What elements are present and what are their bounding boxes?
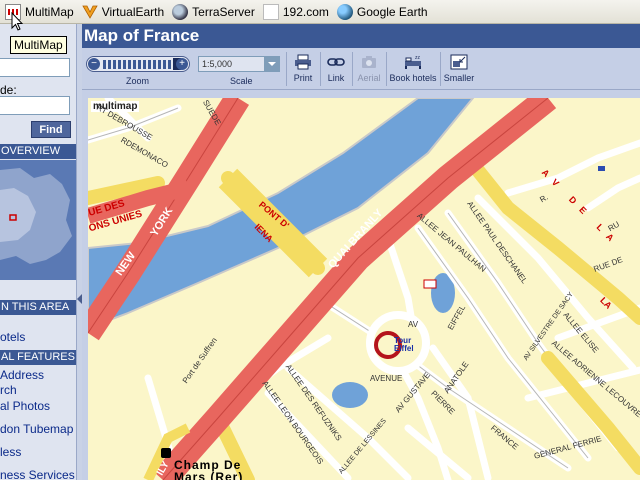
- smaller-label: Smaller: [443, 73, 475, 83]
- feature-link[interactable]: Address: [0, 368, 44, 382]
- 192com-icon: [262, 3, 279, 20]
- book-hotels-button[interactable]: zz Book hotels: [388, 52, 438, 88]
- bed-icon: zz: [405, 55, 421, 69]
- aerial-label: Aerial: [357, 73, 381, 83]
- link-label: Link: [327, 73, 345, 83]
- bookmark-virtualearth[interactable]: VirtualEarth: [79, 2, 169, 22]
- map-graphic: [88, 98, 640, 480]
- bookmark-terraserver[interactable]: TerraServer: [169, 2, 260, 22]
- page-title: Map of France: [84, 26, 200, 45]
- bookmark-label: TerraServer: [192, 4, 255, 19]
- map-title-bar: Map of France: [82, 24, 640, 48]
- find-button[interactable]: Find: [31, 121, 71, 138]
- mouse-cursor-icon: [11, 12, 23, 31]
- printer-icon: [295, 54, 311, 70]
- aerial-button[interactable]: Aerial: [355, 52, 383, 88]
- feature-link[interactable]: less: [0, 445, 21, 459]
- bookmarks-toolbar: MultiMap VirtualEarth TerraServer 192.co…: [0, 0, 640, 24]
- virtualearth-icon: [81, 4, 98, 20]
- map-toolbar: − + Zoom 1:5,000 Scale Print Link Aerial…: [82, 48, 640, 90]
- map-label-avenue: AVENUE: [370, 374, 403, 383]
- print-label: Print: [293, 73, 313, 83]
- svg-text:zz: zz: [415, 55, 421, 61]
- area-header: N THIS AREA: [0, 300, 76, 315]
- scale-value: 1:5,000: [202, 59, 233, 69]
- bookmark-google-earth[interactable]: Google Earth: [334, 2, 433, 22]
- zoom-in-icon[interactable]: +: [176, 58, 188, 70]
- bookmark-label: Google Earth: [356, 4, 428, 19]
- zoom-out-icon[interactable]: −: [88, 58, 100, 70]
- scale-label: Scale: [230, 76, 253, 86]
- poi-eiffel[interactable]: Eiffel: [394, 344, 414, 353]
- book-hotels-label: Book hotels: [389, 73, 437, 83]
- map-label-av: AV: [408, 320, 419, 329]
- left-panel: de: Find OVERVIEW France N THIS AREA ote…: [0, 24, 76, 480]
- feature-link[interactable]: rch: [0, 383, 17, 397]
- bookmark-label: VirtualEarth: [101, 4, 165, 19]
- feature-link[interactable]: ness Services: [0, 468, 75, 480]
- print-button[interactable]: Print: [290, 52, 316, 88]
- tooltip: MultiMap: [10, 36, 67, 54]
- smaller-button[interactable]: Smaller: [442, 52, 476, 88]
- overview-map[interactable]: [0, 160, 76, 280]
- bookmark-label: MultiMap: [25, 4, 74, 19]
- bookmark-192com[interactable]: 192.com: [260, 2, 334, 22]
- bookmark-label: 192.com: [282, 4, 329, 19]
- features-header: AL FEATURES: [0, 350, 76, 365]
- feature-link[interactable]: al Photos: [0, 399, 50, 413]
- search-input-2[interactable]: [0, 96, 70, 115]
- camera-icon: [362, 56, 376, 68]
- search-label: de:: [0, 83, 17, 97]
- zoom-label: Zoom: [126, 76, 150, 86]
- link-button[interactable]: Link: [323, 52, 349, 88]
- poi-mars-rer[interactable]: Mars (Rer): [174, 470, 243, 480]
- chevron-down-icon[interactable]: [264, 57, 279, 71]
- search-input[interactable]: [0, 58, 70, 77]
- map-canvas[interactable]: multimap NEW YORK QUAI BRANLY PONT D' IE…: [88, 98, 640, 480]
- hotels-link[interactable]: otels: [0, 330, 25, 344]
- google-earth-icon: [336, 3, 353, 20]
- overview-header: OVERVIEW: [0, 144, 76, 159]
- terraserver-icon: [172, 3, 189, 20]
- feature-link[interactable]: don Tubemap: [0, 422, 73, 436]
- zoom-slider[interactable]: − +: [86, 56, 190, 72]
- scale-select[interactable]: 1:5,000: [198, 56, 280, 72]
- shrink-icon: [450, 54, 468, 70]
- link-icon: [327, 58, 345, 66]
- train-station-icon: [161, 448, 171, 458]
